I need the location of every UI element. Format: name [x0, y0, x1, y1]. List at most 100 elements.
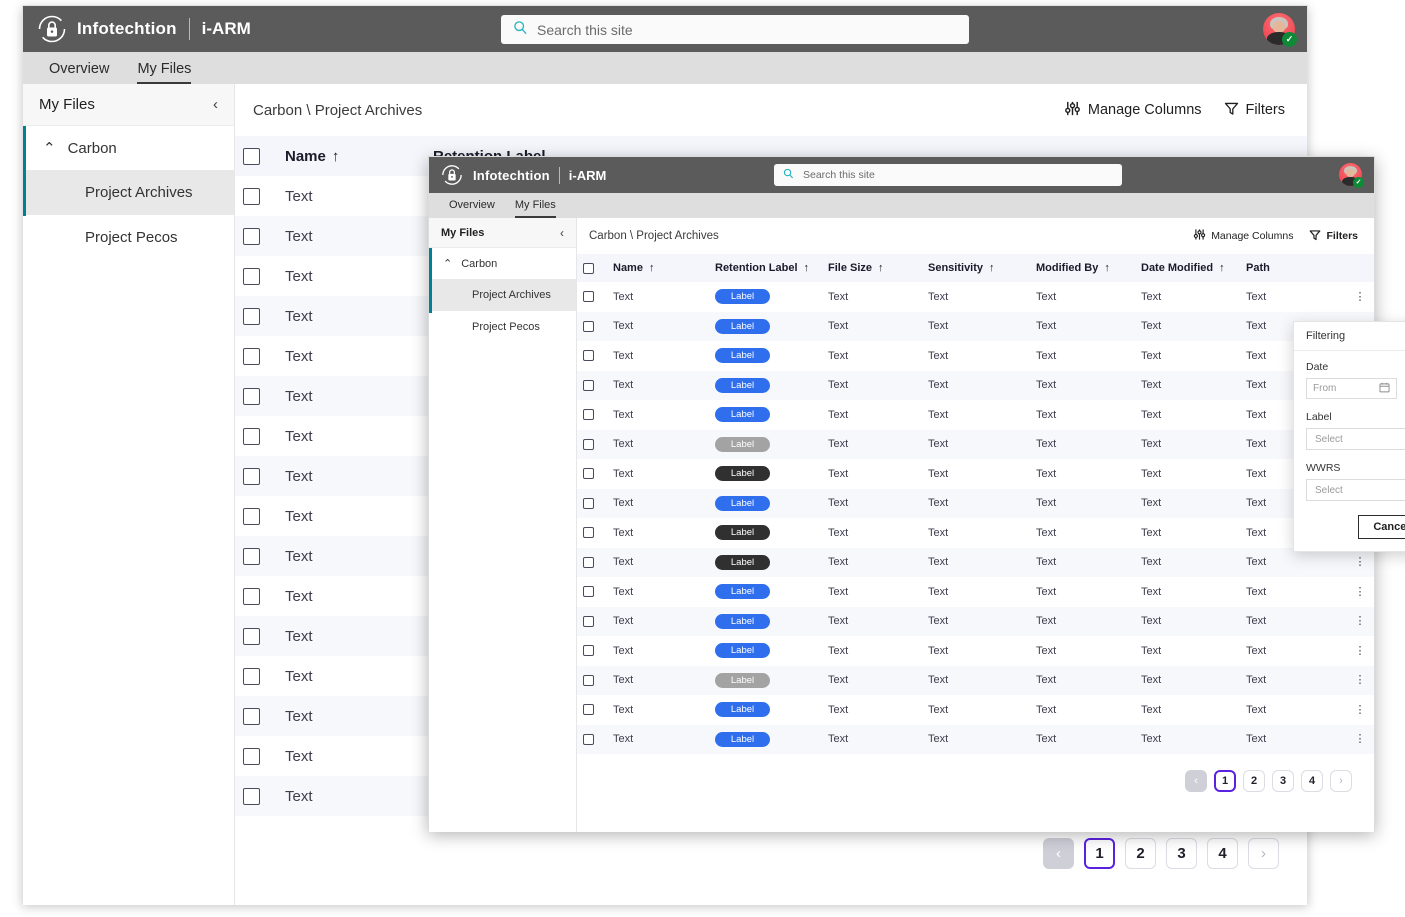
row-checkbox[interactable]	[243, 347, 260, 365]
row-checkbox[interactable]	[583, 556, 594, 568]
table-row[interactable]: TextLabelTextTextTextTextText⋮	[577, 547, 1374, 577]
table-row[interactable]: TextLabelTextTextTextTextText⋮	[577, 695, 1374, 725]
column-header-name[interactable]: Name ↑	[277, 136, 425, 176]
row-checkbox[interactable]	[583, 468, 594, 480]
column-header-date-modified[interactable]: Date Modified ↑	[1135, 254, 1240, 282]
search-input[interactable]: Search this site	[774, 164, 1122, 186]
row-checkbox[interactable]	[583, 733, 594, 745]
sidebar-item-project-archives[interactable]: Project Archives	[429, 279, 576, 311]
pagination-page-4[interactable]: 4	[1207, 838, 1238, 869]
table-row[interactable]: TextLabelTextTextTextTextText⋮	[577, 577, 1374, 607]
row-checkbox[interactable]	[243, 507, 260, 525]
tab-overview[interactable]: Overview	[49, 61, 109, 84]
row-checkbox[interactable]	[243, 387, 260, 405]
label-filter-select[interactable]: Select	[1306, 428, 1405, 450]
search-input[interactable]: Search this site	[501, 15, 969, 44]
row-checkbox[interactable]	[583, 497, 594, 509]
row-actions-menu-icon[interactable]: ⋮	[1346, 577, 1374, 607]
table-row[interactable]: TextLabelTextTextTextTextText⋮	[577, 429, 1374, 459]
row-checkbox[interactable]	[583, 438, 594, 450]
row-checkbox[interactable]	[243, 187, 260, 205]
tab-overview[interactable]: Overview	[449, 199, 495, 218]
pagination-page-3[interactable]: 3	[1166, 838, 1197, 869]
row-checkbox[interactable]	[583, 350, 594, 362]
table-row[interactable]: TextLabelTextTextTextTextText⋮	[577, 400, 1374, 430]
column-header-path[interactable]: Path	[1240, 254, 1346, 282]
pagination-page-4[interactable]: 4	[1301, 770, 1323, 792]
row-checkbox[interactable]	[243, 587, 260, 605]
collapse-sidebar-icon[interactable]: ‹	[213, 96, 218, 113]
pagination-page-1[interactable]: 1	[1084, 838, 1115, 869]
row-checkbox[interactable]	[583, 615, 594, 627]
row-checkbox[interactable]	[583, 674, 594, 686]
pagination-prev[interactable]: ‹	[1185, 770, 1207, 792]
sidebar-item-project-pecos[interactable]: Project Pecos	[23, 215, 234, 260]
tree-node-carbon[interactable]: ⌃ Carbon	[429, 248, 576, 279]
select-all-checkbox[interactable]	[243, 147, 260, 165]
row-checkbox[interactable]	[583, 527, 594, 539]
row-actions-menu-icon[interactable]: ⋮	[1346, 695, 1374, 725]
column-header-retention-label[interactable]: Retention Label ↑	[709, 254, 822, 282]
table-row[interactable]: TextLabelTextTextTextTextText⋮	[577, 459, 1374, 489]
table-row[interactable]: TextLabelTextTextTextTextText⋮	[577, 488, 1374, 518]
table-row[interactable]: TextLabelTextTextTextTextText⋮	[577, 518, 1374, 548]
row-actions-menu-icon[interactable]: ⋮	[1346, 725, 1374, 755]
table-row[interactable]: TextLabelTextTextTextTextText⋮	[577, 724, 1374, 755]
pagination-next[interactable]: ›	[1248, 838, 1279, 869]
column-header-name[interactable]: Name ↑	[607, 254, 709, 282]
row-checkbox[interactable]	[243, 667, 260, 685]
row-actions-menu-icon[interactable]: ⋮	[1346, 282, 1374, 312]
tab-my-files[interactable]: My Files	[137, 61, 192, 84]
table-row[interactable]: TextLabelTextTextTextTextText⋮	[577, 636, 1374, 666]
filters-button[interactable]: Filters	[1224, 101, 1285, 120]
row-checkbox[interactable]	[243, 267, 260, 285]
row-checkbox[interactable]	[583, 704, 594, 716]
table-row[interactable]: TextLabelTextTextTextTextText⋮	[577, 341, 1374, 371]
row-checkbox[interactable]	[243, 787, 260, 805]
row-checkbox[interactable]	[243, 627, 260, 645]
row-checkbox[interactable]	[243, 227, 260, 245]
pagination-page-1[interactable]: 1	[1214, 770, 1236, 792]
table-row[interactable]: TextLabelTextTextTextTextText⋮	[577, 370, 1374, 400]
table-row[interactable]: TextLabelTextTextTextTextText⋮	[577, 606, 1374, 637]
manage-columns-button[interactable]: Manage Columns	[1064, 100, 1202, 121]
select-all-checkbox[interactable]	[583, 262, 594, 274]
row-checkbox[interactable]	[583, 320, 594, 332]
filters-button[interactable]: Filters	[1309, 229, 1358, 244]
cancel-button[interactable]: Cancel	[1358, 515, 1405, 539]
sidebar-item-project-pecos[interactable]: Project Pecos	[429, 311, 576, 343]
column-header-sensitivity[interactable]: Sensitivity ↑	[922, 254, 1030, 282]
row-checkbox[interactable]	[583, 645, 594, 657]
pagination-page-3[interactable]: 3	[1272, 770, 1294, 792]
collapse-sidebar-icon[interactable]: ‹	[560, 226, 564, 240]
row-actions-menu-icon[interactable]: ⋮	[1346, 636, 1374, 666]
table-row[interactable]: TextLabelTextTextTextTextText⋮	[577, 665, 1374, 696]
avatar[interactable]: ✓	[1263, 13, 1297, 47]
table-row[interactable]: TextLabelTextTextTextTextText⋮	[577, 311, 1374, 341]
manage-columns-button[interactable]: Manage Columns	[1193, 228, 1293, 244]
row-checkbox[interactable]	[243, 467, 260, 485]
sidebar-item-project-archives[interactable]: Project Archives	[23, 170, 234, 215]
row-checkbox[interactable]	[243, 707, 260, 725]
row-checkbox[interactable]	[243, 547, 260, 565]
row-checkbox[interactable]	[243, 747, 260, 765]
row-checkbox[interactable]	[583, 409, 594, 421]
pagination-prev[interactable]: ‹	[1043, 838, 1074, 869]
wwrs-filter-select[interactable]: Select	[1306, 479, 1405, 501]
row-actions-menu-icon[interactable]: ⋮	[1346, 666, 1374, 696]
pagination-page-2[interactable]: 2	[1125, 838, 1156, 869]
row-checkbox[interactable]	[583, 586, 594, 598]
date-from-field[interactable]: From	[1306, 378, 1397, 399]
row-checkbox[interactable]	[583, 291, 594, 303]
column-header-file-size[interactable]: File Size ↑	[822, 254, 922, 282]
column-header-modified-by[interactable]: Modified By ↑	[1030, 254, 1135, 282]
table-row[interactable]: TextLabelTextTextTextTextText⋮	[577, 282, 1374, 312]
pagination-page-2[interactable]: 2	[1243, 770, 1265, 792]
row-checkbox[interactable]	[243, 427, 260, 445]
avatar[interactable]: ✓	[1339, 163, 1364, 188]
pagination-next[interactable]: ›	[1330, 770, 1352, 792]
row-checkbox[interactable]	[243, 307, 260, 325]
row-actions-menu-icon[interactable]: ⋮	[1346, 607, 1374, 637]
row-checkbox[interactable]	[583, 379, 594, 391]
tree-node-carbon[interactable]: ⌃ Carbon	[23, 126, 234, 170]
